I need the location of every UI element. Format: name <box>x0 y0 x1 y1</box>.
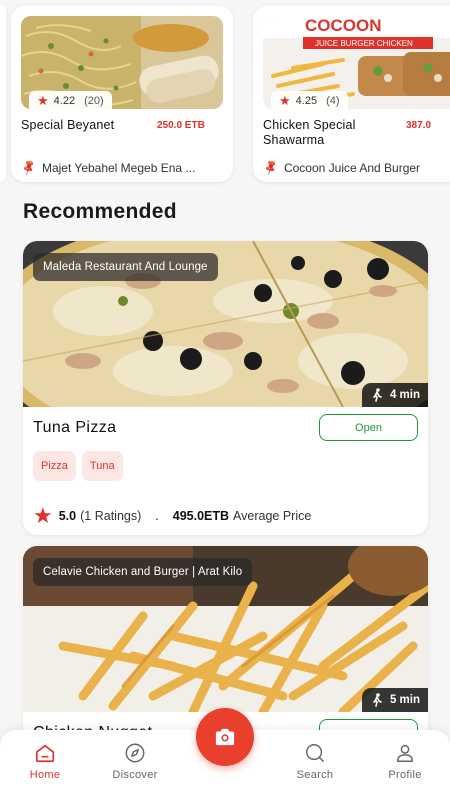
separator-dot: . <box>155 509 159 523</box>
rating-badge: ★ 4.22 (20) <box>29 91 112 109</box>
restaurant-name-badge: Celavie Chicken and Burger | Arat Kilo <box>33 558 253 586</box>
restaurant-location: 📌 Majet Yebahel Megeb Ena ... <box>21 161 231 175</box>
rating-value: 4.25 <box>295 94 318 107</box>
nav-discover-label: Discover <box>112 769 158 781</box>
nav-profile-label: Profile <box>388 769 422 781</box>
tag-list: Pizza Tuna <box>33 451 123 481</box>
restaurant-location: 📌 Cocoon Juice And Burger <box>263 161 450 175</box>
dish-name: Tuna Pizza <box>33 419 117 436</box>
camera-icon <box>215 728 235 746</box>
dish-name: Chicken Special Shawarma <box>263 118 356 147</box>
dish-price: 387.0 <box>406 120 432 131</box>
rating-score: 5.0 <box>58 509 77 523</box>
compass-icon <box>125 743 145 763</box>
search-icon <box>306 744 324 762</box>
delivery-time-badge: 4 min <box>361 383 428 407</box>
average-price-label: Average Price <box>233 509 312 523</box>
featured-card[interactable]: COCOON JUICE BURGER CHICKEN ★ 4.25 (4) C… <box>253 6 450 182</box>
featured-carousel[interactable]: ★ 4.22 (20) Special Beyanet 250.0 ETB 📌 … <box>0 0 450 190</box>
walking-icon <box>373 388 382 402</box>
rating-badge: ★ 4.25 (4) <box>271 91 348 109</box>
delivery-time: 4 min <box>389 389 420 401</box>
delivery-time-badge: 5 min <box>361 688 428 712</box>
food-image: Maleda Restaurant And Lounge 4 min <box>23 241 428 407</box>
restaurant-name-badge: Maleda Restaurant And Lounge <box>33 253 218 281</box>
food-image: Celavie Chicken and Burger | Arat Kilo 5… <box>23 546 428 712</box>
shop-sign-subtext: JUICE BURGER CHICKEN <box>315 39 413 48</box>
user-icon <box>396 744 414 762</box>
tag-chip[interactable]: Pizza <box>33 451 76 481</box>
nav-search[interactable]: Search <box>280 742 350 781</box>
nav-search-label: Search <box>296 769 334 781</box>
average-price: 495.0ETB <box>172 509 230 523</box>
star-icon: ★ <box>37 93 49 108</box>
restaurant-name: Majet Yebahel Megeb Ena ... <box>41 161 196 175</box>
camera-button[interactable] <box>196 708 254 766</box>
dish-name: Special Beyanet <box>21 118 115 132</box>
tag-chip[interactable]: Tuna <box>81 451 123 481</box>
dish-price: 250.0 ETB <box>157 120 205 131</box>
delivery-time: 5 min <box>389 694 420 706</box>
carousel-peek-card[interactable] <box>0 4 6 182</box>
star-icon: ★ <box>33 503 53 528</box>
rating-count: (20) <box>84 94 104 107</box>
walking-icon <box>373 693 382 707</box>
rating-count: (4) <box>326 94 340 107</box>
section-title: Recommended <box>23 200 177 223</box>
rating-count: (1 Ratings) <box>80 509 142 523</box>
nav-discover[interactable]: Discover <box>100 742 170 781</box>
shop-sign-text: COCOON <box>305 16 382 35</box>
home-icon <box>35 744 55 763</box>
nav-home[interactable]: Home <box>10 742 80 781</box>
restaurant-name: Cocoon Juice And Burger <box>283 161 421 175</box>
pin-icon: 📌 <box>263 161 281 175</box>
food-image: ★ 4.22 (20) <box>21 16 223 109</box>
restaurant-card[interactable]: Maleda Restaurant And Lounge 4 min Tuna … <box>23 241 428 535</box>
rating-value: 4.22 <box>53 94 76 107</box>
nav-home-label: Home <box>29 769 61 781</box>
food-image: COCOON JUICE BURGER CHICKEN ★ 4.25 (4) <box>263 16 450 109</box>
card-meta: ★ 5.0 (1 Ratings) . 495.0ETB Average Pri… <box>33 505 311 527</box>
open-status-button[interactable]: Open <box>319 414 418 441</box>
pin-icon: 📌 <box>21 161 39 175</box>
star-icon: ★ <box>279 93 291 108</box>
featured-card[interactable]: ★ 4.22 (20) Special Beyanet 250.0 ETB 📌 … <box>11 6 233 182</box>
nav-profile[interactable]: Profile <box>370 742 440 781</box>
